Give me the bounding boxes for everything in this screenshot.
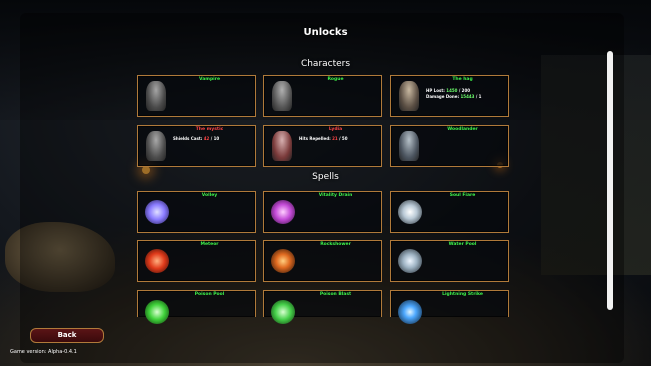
volley-icon: [145, 200, 169, 224]
character-portrait: [272, 131, 292, 161]
spell-name: Poison Blast: [319, 292, 352, 297]
meteor-icon: [145, 249, 169, 273]
spell-card-rockshower[interactable]: Rockshower: [263, 240, 382, 282]
character-name: The mystic: [195, 127, 224, 132]
game-version: Game version: Alpha-0.4.1: [10, 349, 77, 355]
spell-card-water-pool[interactable]: Water Pool: [390, 240, 509, 282]
stat-hits-repelled: Hits Repelled: 21 / 50: [299, 136, 348, 141]
spell-name: Poison Pool: [194, 292, 225, 297]
character-name: Lydia: [328, 127, 343, 132]
spell-name: Volley: [201, 193, 218, 198]
character-name: Rogue: [327, 77, 344, 82]
poison-pool-icon: [145, 300, 169, 324]
vitality-drain-icon: [271, 200, 295, 224]
spell-card-meteor[interactable]: Meteor: [137, 240, 256, 282]
water-pool-icon: [398, 249, 422, 273]
page-title: Unlocks: [303, 27, 348, 38]
character-portrait: [146, 131, 166, 161]
character-portrait: [272, 81, 292, 111]
scrollbar[interactable]: [607, 51, 613, 310]
character-name: Vampire: [199, 77, 220, 82]
character-name: The hag: [452, 77, 473, 82]
character-portrait: [146, 81, 166, 111]
spells-heading: Spells: [312, 172, 339, 182]
stat-hp-lost: HP Lost: 1450 / 200: [426, 88, 471, 93]
character-card-woodlander[interactable]: Woodlander: [390, 125, 509, 167]
spell-card-lightning-strike[interactable]: Lightning Strike: [390, 290, 509, 324]
spell-card-poison-blast[interactable]: Poison Blast: [263, 290, 382, 324]
stat-shields-cast: Shields Cast: 42 / 10: [173, 136, 220, 141]
character-card-the-mystic[interactable]: The mystic Shields Cast: 42 / 10: [137, 125, 256, 167]
character-portrait: [399, 131, 419, 161]
spell-name: Water Pool: [448, 242, 477, 247]
spell-name: Lightning Strike: [442, 292, 483, 297]
lightning-strike-icon: [398, 300, 422, 324]
spell-name: Rockshower: [320, 242, 351, 247]
spell-card-volley[interactable]: Volley: [137, 191, 256, 233]
stat-damage-done: Damage Done: 15443 / 1: [426, 94, 482, 99]
spell-card-vitality-drain[interactable]: Vitality Drain: [263, 191, 382, 233]
characters-heading: Characters: [300, 59, 351, 69]
character-card-rogue[interactable]: Rogue: [263, 75, 382, 117]
spell-card-soul-fiare[interactable]: Soul Fiare: [390, 191, 509, 233]
rockshower-icon: [271, 249, 295, 273]
back-button[interactable]: Back: [30, 328, 104, 343]
character-portrait: [399, 81, 419, 111]
spell-name: Vitality Drain: [318, 193, 353, 198]
character-card-lydia[interactable]: Lydia Hits Repelled: 21 / 50: [263, 125, 382, 167]
character-name: Woodlander: [447, 127, 478, 132]
spell-name: Meteor: [200, 242, 219, 247]
character-card-vampire[interactable]: Vampire: [137, 75, 256, 117]
poison-blast-icon: [271, 300, 295, 324]
soul-fiare-icon: [398, 200, 422, 224]
spell-card-poison-pool[interactable]: Poison Pool: [137, 290, 256, 324]
spell-name: Soul Fiare: [449, 193, 476, 198]
character-card-the-hag[interactable]: The hag HP Lost: 1450 / 200 Damage Done:…: [390, 75, 509, 117]
